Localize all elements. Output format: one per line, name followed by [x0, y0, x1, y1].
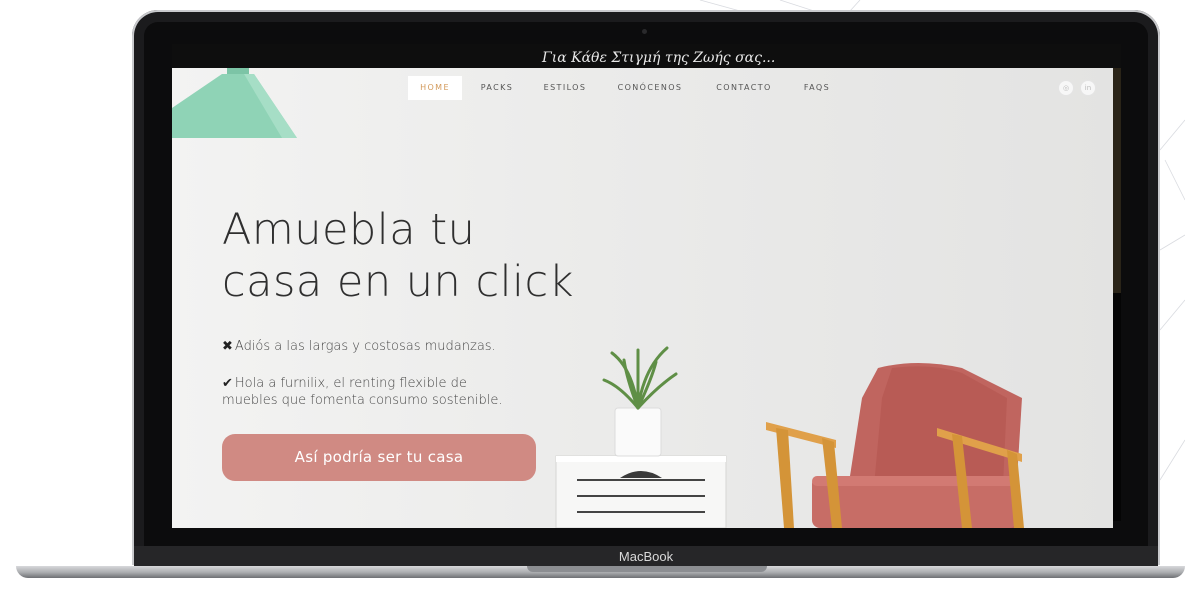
background-tagline: Για Κάθε Στιγμή της Ζωής σας...	[542, 50, 776, 66]
background-window-edge-dark	[1113, 293, 1121, 521]
hero-bullet-1-text: Adiós a las largas y costosas mudanzas.	[234, 339, 496, 354]
hero-bullet-2: ✔ Hola a furnilix, el renting flexible de…	[222, 375, 502, 409]
hero-title-line-2: casa en un click	[222, 257, 575, 307]
hero-title-line-1: Amuebla tu	[222, 205, 476, 255]
hero-bullet-2-text-line-1: Hola a furnilix, el renting flexible de	[234, 376, 467, 391]
hero-title: Amuebla tu casa en un click	[222, 204, 642, 308]
potted-plant	[602, 346, 678, 457]
camera-icon	[642, 29, 647, 34]
cta-button[interactable]: Así podría ser tu casa	[222, 434, 536, 481]
device-brand-label: MacBook	[618, 549, 674, 564]
cross-icon: ✖	[222, 339, 233, 354]
background-window: Για Κάθε Στιγμή της Ζωής σας...	[172, 44, 1121, 68]
side-table	[555, 455, 727, 528]
laptop-notch	[527, 566, 767, 572]
hero-bullet-1: ✖ Adiós a las largas y costosas mudanzas.	[222, 338, 496, 355]
check-icon: ✔	[222, 376, 233, 391]
armchair	[766, 363, 1024, 528]
background-window-edge	[1113, 68, 1121, 293]
hero-bullet-2-text-line-2: muebles que fomenta consumo sostenible.	[222, 393, 503, 408]
website-screen: HOME PACKS ESTILOS CONÓCENOS CONTACTO FA…	[172, 68, 1113, 528]
